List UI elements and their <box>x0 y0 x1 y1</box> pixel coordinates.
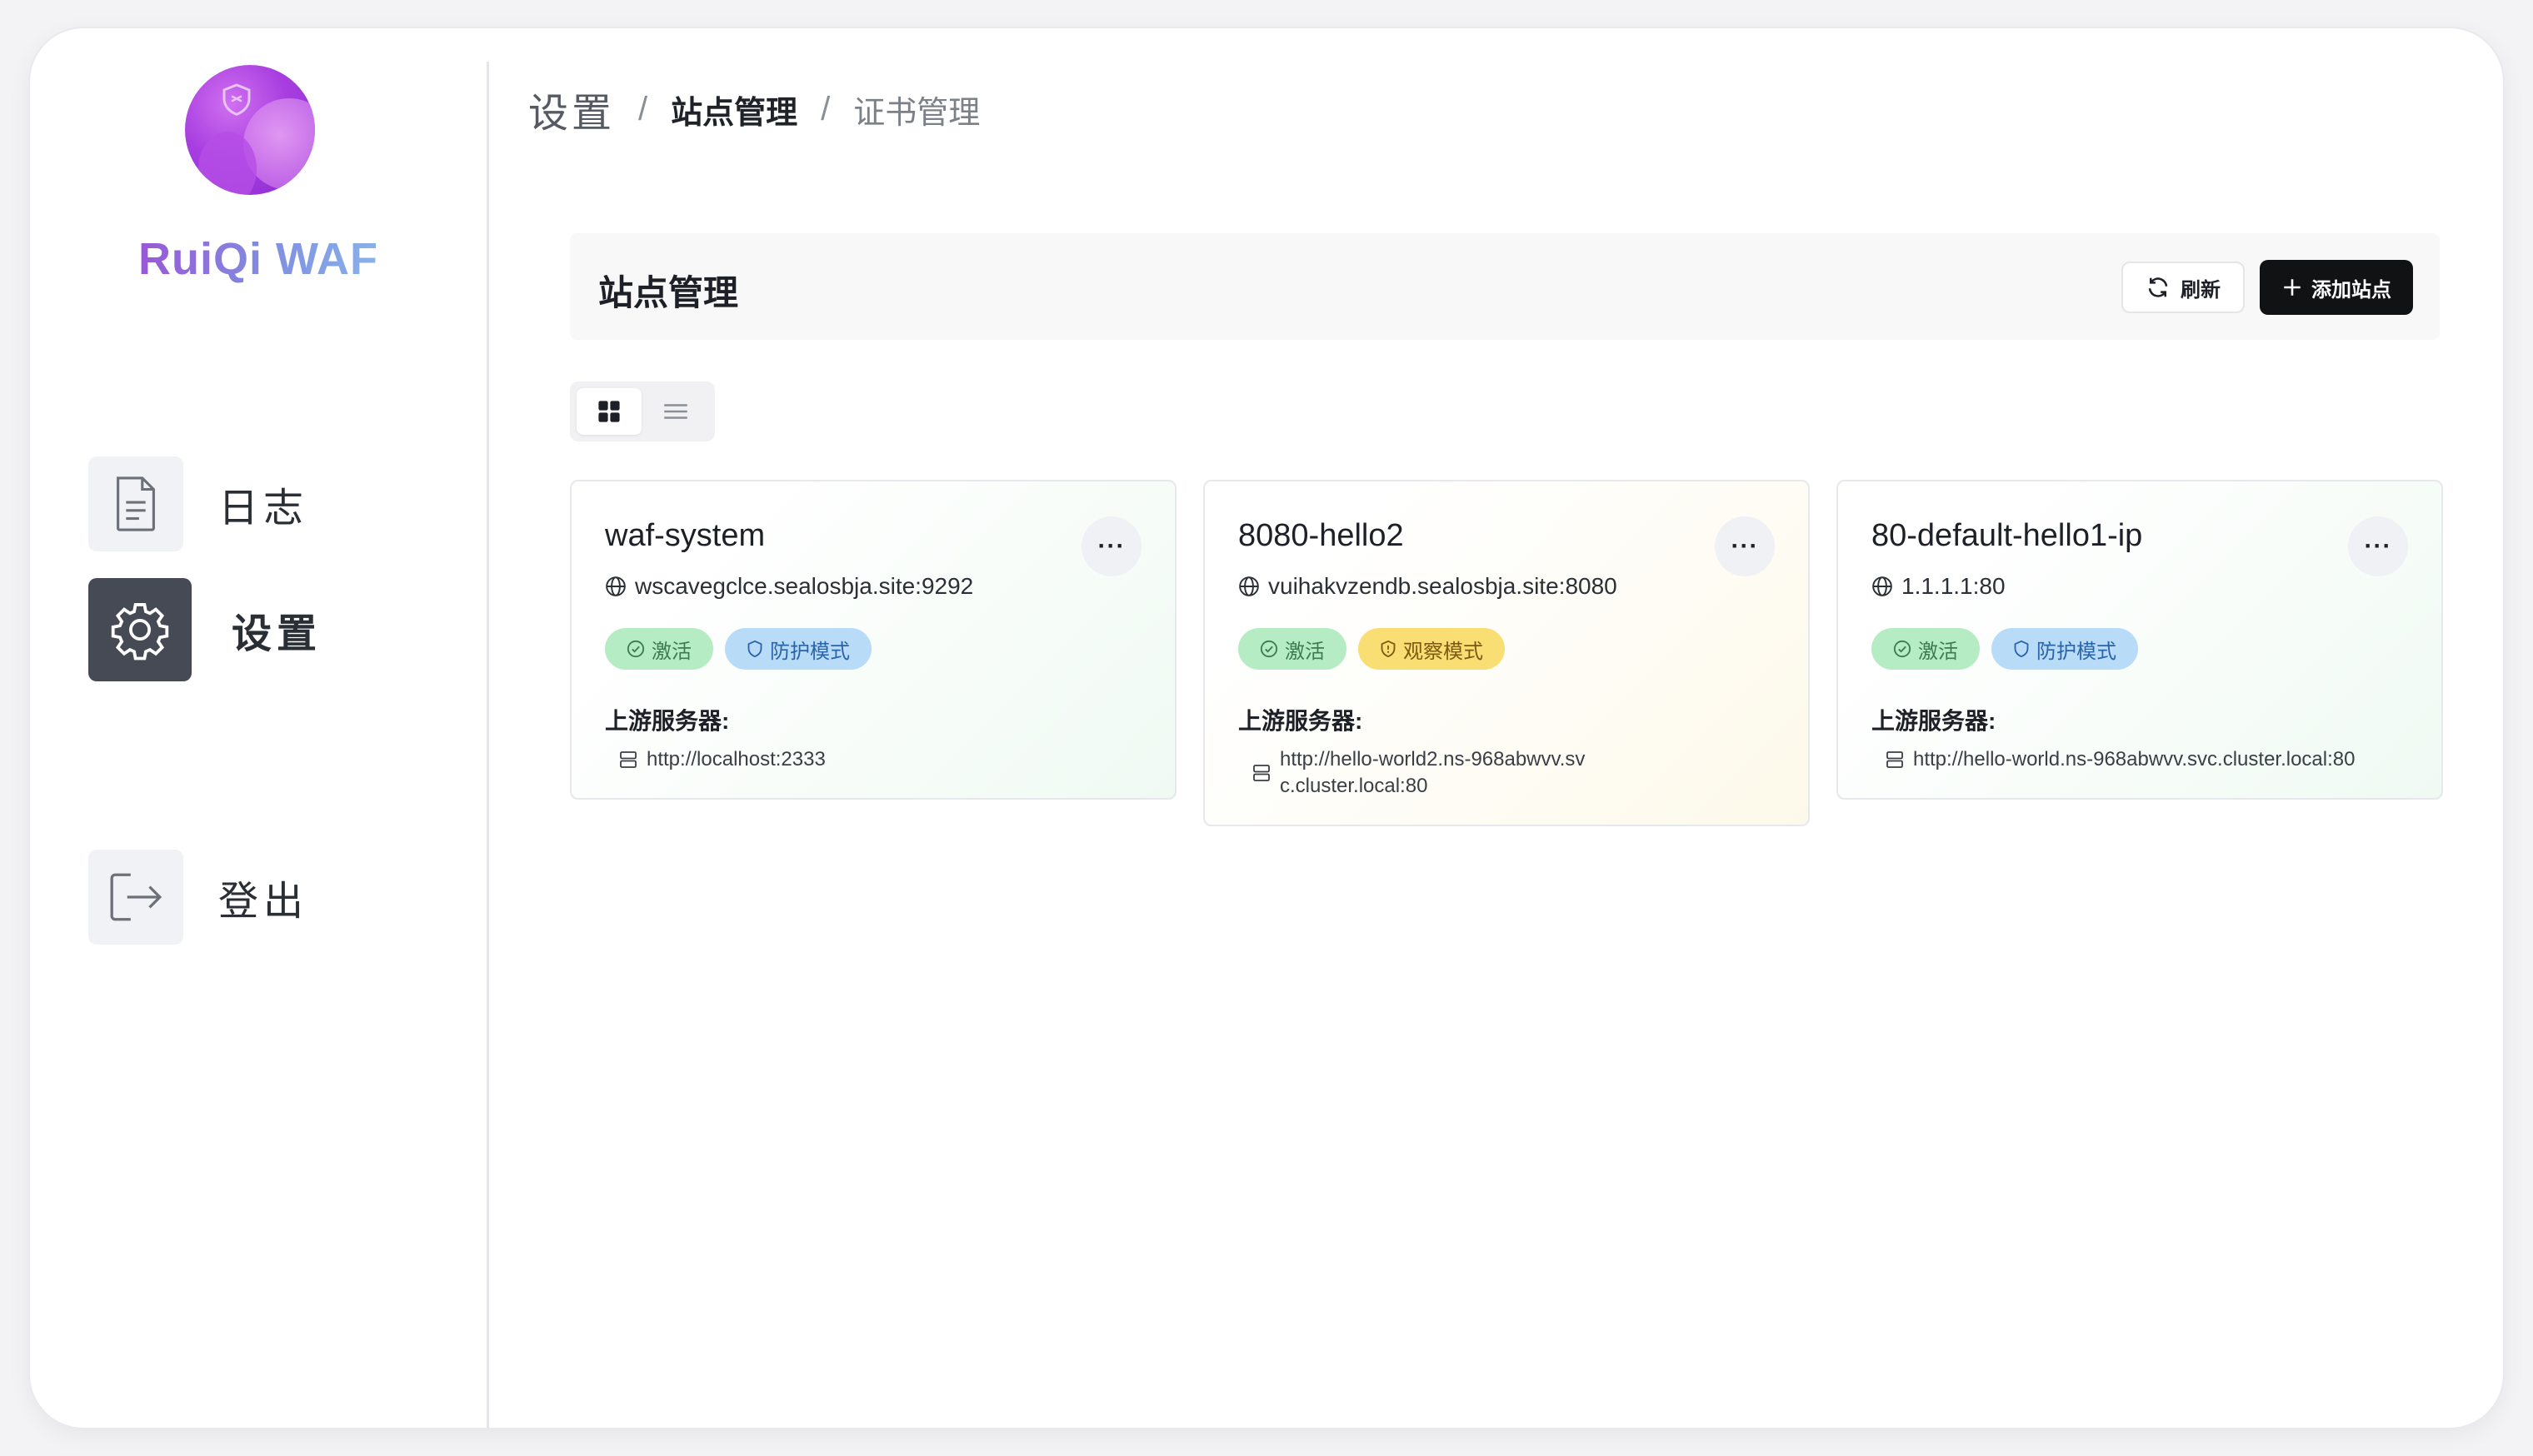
sidebar-item-label: 日志 <box>218 486 309 531</box>
upstream-label: 上游服务器: <box>1871 708 1996 734</box>
refresh-label: 刷新 <box>2181 278 2221 302</box>
server-icon <box>1886 751 1903 768</box>
logout-icon <box>88 850 183 945</box>
server-icon <box>1253 765 1270 781</box>
mode-badge: 防护模式 <box>1991 628 2138 670</box>
site-host: wscavegclce.sealosbja.site:9292 <box>605 573 973 600</box>
app-window: RuiQi WAF 日志 设置 登出 设置 / 站点管理 / 证书管理 站点管理… <box>30 28 2503 1428</box>
server-icon <box>620 751 637 768</box>
breadcrumb-separator: / <box>821 90 831 127</box>
upstream-label: 上游服务器: <box>1238 708 1363 734</box>
add-site-label: 添加站点 <box>2311 278 2391 302</box>
upstream-server: http://hello-world.ns-968abwvv.svc.clust… <box>1885 746 2355 773</box>
upstream-server: http://hello-world2.ns-968abwvv.svc.clus… <box>1252 746 1596 800</box>
sidebar-item-logout[interactable]: 登出 <box>88 850 308 945</box>
grid-icon <box>598 401 620 422</box>
site-host-text: vuihakvzendb.sealosbja.site:8080 <box>1268 573 1617 599</box>
sidebar: RuiQi WAF 日志 设置 登出 <box>30 28 487 1428</box>
breadcrumb-item-settings[interactable]: 设置 <box>528 80 615 138</box>
site-host: vuihakvzendb.sealosbja.site:8080 <box>1238 573 1617 600</box>
mode-badge-label: 防护模式 <box>2036 640 2116 663</box>
upstream-server: http://localhost:2333 <box>618 746 826 773</box>
shield-icon <box>222 83 251 116</box>
gear-icon <box>88 578 192 681</box>
mode-badge-label: 观察模式 <box>1403 640 1483 663</box>
sidebar-item-logs[interactable]: 日志 <box>88 456 308 551</box>
status-badge: 激活 <box>605 628 713 670</box>
mode-badge: 观察模式 <box>1358 628 1505 670</box>
shield-alert-icon <box>1381 640 1396 658</box>
site-badges: 激活 防护模式 <box>1871 628 2138 670</box>
check-circle-icon <box>1893 640 1911 658</box>
site-host: 1.1.1.1:80 <box>1871 573 2006 600</box>
more-options-button[interactable]: ··· <box>2348 516 2408 576</box>
breadcrumb-item-sites[interactable]: 站点管理 <box>671 87 797 132</box>
check-circle-icon <box>1260 640 1278 658</box>
site-card[interactable]: 8080-hello2 ··· vuihakvzendb.sealosbja.s… <box>1203 480 1810 826</box>
breadcrumb: 设置 / 站点管理 / 证书管理 <box>528 80 980 138</box>
site-card[interactable]: 80-default-hello1-ip ··· 1.1.1.1:80 激活 防… <box>1836 480 2443 800</box>
plus-icon <box>2284 279 2301 296</box>
site-name: waf-system <box>605 518 766 553</box>
upstream-url: http://hello-world.ns-968abwvv.svc.clust… <box>1913 748 2356 770</box>
refresh-button[interactable]: 刷新 <box>2121 262 2245 313</box>
add-site-button[interactable]: 添加站点 <box>2260 260 2413 315</box>
breadcrumb-separator: / <box>638 90 648 127</box>
sidebar-item-label: 登出 <box>218 880 309 924</box>
mode-badge-label: 防护模式 <box>770 640 850 663</box>
status-badge-label: 激活 <box>1918 640 1958 663</box>
grid-view-button[interactable] <box>577 388 642 435</box>
app-logo <box>185 65 315 195</box>
globe-icon <box>1239 576 1259 596</box>
status-badge-label: 激活 <box>1285 640 1325 663</box>
sidebar-divider <box>487 62 489 1428</box>
status-badge: 激活 <box>1871 628 1980 670</box>
shield-icon <box>747 640 762 658</box>
sidebar-item-label: 设置 <box>232 612 322 656</box>
site-badges: 激活 观察模式 <box>1238 628 1505 670</box>
page-title: 站点管理 <box>598 273 739 312</box>
view-toggle <box>570 381 715 441</box>
check-circle-icon <box>627 640 645 658</box>
status-badge: 激活 <box>1238 628 1346 670</box>
document-icon <box>88 456 183 551</box>
page-header: 站点管理 刷新 添加站点 <box>570 233 2440 340</box>
upstream-url: http://hello-world2.ns-968abwvv.svc.clus… <box>1280 748 1586 797</box>
site-badges: 激活 防护模式 <box>605 628 872 670</box>
more-options-button[interactable]: ··· <box>1715 516 1775 576</box>
shield-icon <box>2014 640 2029 658</box>
status-badge-label: 激活 <box>652 640 692 663</box>
site-host-text: wscavegclce.sealosbja.site:9292 <box>635 573 974 599</box>
brand-name: RuiQi WAF <box>133 233 383 285</box>
upstream-label: 上游服务器: <box>605 708 730 734</box>
list-icon <box>664 404 687 419</box>
breadcrumb-item-certs[interactable]: 证书管理 <box>853 87 980 132</box>
mode-badge: 防护模式 <box>725 628 872 670</box>
more-options-button[interactable]: ··· <box>1082 516 1142 576</box>
globe-icon <box>1872 576 1892 596</box>
site-card[interactable]: waf-system ··· wscavegclce.sealosbja.sit… <box>570 480 1177 800</box>
list-view-button[interactable] <box>643 388 708 435</box>
site-name: 80-default-hello1-ip <box>1871 518 2143 553</box>
upstream-url: http://localhost:2333 <box>647 748 826 770</box>
site-name: 8080-hello2 <box>1238 518 1404 553</box>
sidebar-item-settings[interactable]: 设置 <box>88 578 322 681</box>
site-host-text: 1.1.1.1:80 <box>1901 573 2006 599</box>
refresh-icon <box>2148 277 2168 297</box>
globe-icon <box>606 576 626 596</box>
